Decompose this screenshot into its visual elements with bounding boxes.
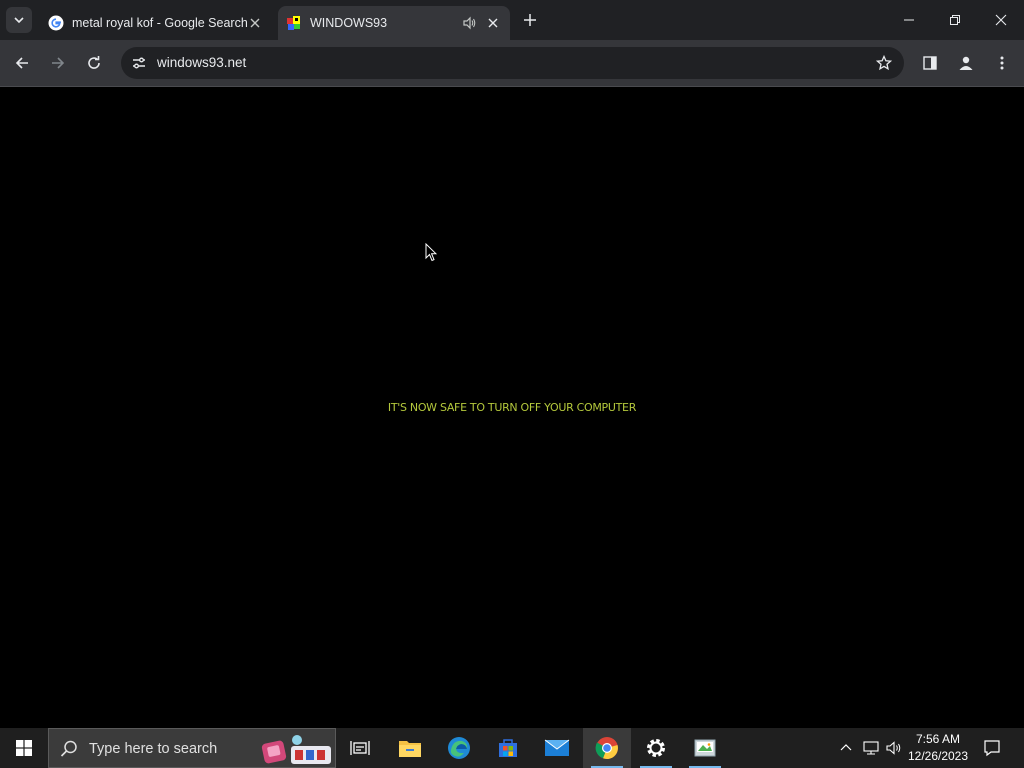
profile-icon: [959, 56, 973, 70]
tab-google-search[interactable]: metal royal kof - Google Search: [40, 6, 272, 40]
mail-icon: [544, 739, 570, 756]
url-text[interactable]: windows93.net: [157, 55, 246, 70]
close-icon: [995, 14, 1007, 26]
search-highlight-illustration: [261, 735, 331, 764]
page-content[interactable]: IT'S NOW SAFE TO TURN OFF YOUR COMPUTER: [0, 87, 1024, 728]
tab-search-button[interactable]: [6, 7, 32, 33]
task-view-icon: [350, 741, 370, 755]
google-g-icon: [48, 15, 64, 31]
speaker-icon[interactable]: [461, 15, 477, 31]
taskbar-search[interactable]: Type here to search: [48, 728, 336, 768]
profile-button[interactable]: [952, 49, 980, 77]
settings-button[interactable]: [632, 728, 680, 768]
bookmark-star-icon[interactable]: [874, 53, 894, 73]
paint-button[interactable]: [681, 728, 729, 768]
tab-windows93[interactable]: WINDOWS93: [278, 6, 510, 40]
windows-logo-icon: [16, 740, 32, 756]
volume-button[interactable]: [884, 728, 904, 768]
clock-date: 12/26/2023: [907, 749, 969, 763]
search-placeholder: Type here to search: [89, 741, 218, 757]
reload-button[interactable]: [80, 49, 108, 77]
network-icon: [863, 741, 879, 755]
tab-strip: metal royal kof - Google Search WINDOWS9…: [0, 0, 1024, 40]
reload-icon: [88, 56, 100, 69]
paint-icon: [694, 739, 716, 757]
start-button[interactable]: [0, 728, 48, 768]
side-panel-icon: [923, 56, 937, 70]
chevron-down-icon: [14, 17, 24, 24]
back-button[interactable]: [8, 49, 36, 77]
site-info-icon[interactable]: [127, 51, 151, 75]
mouse-cursor-icon: [425, 243, 437, 262]
show-hidden-icons-button[interactable]: [836, 728, 856, 768]
browser-toolbar: windows93.net: [0, 40, 1024, 86]
close-tab-icon[interactable]: [485, 15, 501, 31]
notifications-button[interactable]: [980, 728, 1004, 768]
new-tab-button[interactable]: [519, 9, 541, 31]
arrow-right-icon: [52, 57, 65, 69]
chrome-icon: [595, 737, 618, 760]
taskbar-clock[interactable]: 7:56 AM 12/26/2023: [904, 731, 972, 765]
store-icon: [499, 739, 517, 757]
file-explorer-icon: [399, 741, 421, 757]
network-button[interactable]: [860, 728, 882, 768]
tab-title: metal royal kof - Google Search: [72, 16, 247, 30]
edge-icon: [448, 737, 470, 759]
volume-icon: [886, 741, 901, 755]
file-explorer-button[interactable]: [386, 728, 434, 768]
chevron-up-icon: [840, 744, 852, 751]
windows93-icon: [286, 15, 302, 31]
minimize-button[interactable]: [886, 0, 932, 40]
settings-icon: [647, 739, 665, 757]
edge-button[interactable]: [435, 728, 483, 768]
clock-time: 7:56 AM: [915, 732, 961, 746]
close-window-button[interactable]: [978, 0, 1024, 40]
address-bar[interactable]: windows93.net: [121, 47, 904, 79]
forward-button[interactable]: [44, 49, 72, 77]
mail-button[interactable]: [533, 728, 581, 768]
safe-to-turn-off-message: IT'S NOW SAFE TO TURN OFF YOUR COMPUTER: [387, 401, 637, 414]
search-icon: [60, 740, 77, 757]
restore-button[interactable]: [932, 0, 978, 40]
notification-icon: [984, 740, 1000, 757]
tab-title: WINDOWS93: [310, 16, 388, 30]
arrow-left-icon: [15, 57, 28, 69]
menu-button[interactable]: [988, 49, 1016, 77]
close-tab-icon[interactable]: [247, 15, 263, 31]
minimize-icon: [904, 19, 914, 21]
chrome-button[interactable]: [583, 728, 631, 768]
plus-icon: [524, 14, 536, 26]
windows-taskbar: Type here to search 7:56 AM 12/26/2023: [0, 728, 1024, 768]
restore-icon: [950, 15, 960, 25]
more-vertical-icon: [1000, 56, 1004, 70]
side-panel-button[interactable]: [916, 49, 944, 77]
task-view-button[interactable]: [336, 728, 384, 768]
store-button[interactable]: [484, 728, 532, 768]
